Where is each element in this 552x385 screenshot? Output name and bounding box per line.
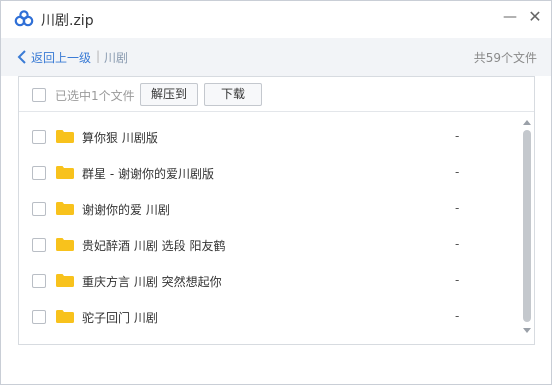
file-row[interactable]: 群星 - 谢谢你的爱川剧版 - bbox=[19, 154, 519, 190]
folder-icon bbox=[56, 274, 74, 287]
file-name: 驼子回门 川剧 bbox=[82, 311, 158, 325]
scroll-up-arrow-icon[interactable] bbox=[523, 120, 531, 125]
selection-status: 已选中1个文件 bbox=[55, 89, 135, 103]
file-size: - bbox=[455, 201, 460, 215]
row-checkbox[interactable] bbox=[32, 238, 46, 252]
extract-to-button[interactable]: 解压到 bbox=[140, 83, 198, 106]
row-checkbox[interactable] bbox=[32, 274, 46, 288]
file-row[interactable]: 贵妃醉酒 川剧 选段 阳友鹤 - bbox=[19, 226, 519, 262]
back-link[interactable]: 返回上一级 bbox=[31, 49, 91, 66]
title-bar: 川剧.zip — ✕ bbox=[1, 1, 551, 37]
minimize-button[interactable]: — bbox=[498, 6, 522, 28]
file-size: - bbox=[455, 129, 460, 143]
archive-window: 川剧.zip — ✕ 返回上一级 | 川剧 共59个文件 已选中1个文件 解压到… bbox=[0, 0, 552, 385]
selection-toolbar: 已选中1个文件 解压到 下载 bbox=[19, 77, 534, 112]
row-checkbox[interactable] bbox=[32, 130, 46, 144]
file-row[interactable]: 谢谢你的爱 川剧 - bbox=[19, 190, 519, 226]
breadcrumb-current: 川剧 bbox=[104, 51, 129, 65]
file-name: 贵妃醉酒 川剧 选段 阳友鹤 bbox=[82, 239, 226, 253]
baidu-netdisk-logo-icon bbox=[14, 10, 34, 27]
row-checkbox[interactable] bbox=[32, 166, 46, 180]
select-all-checkbox[interactable] bbox=[32, 88, 46, 102]
chevron-left-icon[interactable] bbox=[17, 50, 27, 64]
file-name: 算你狠 川剧版 bbox=[82, 131, 158, 145]
scrollbar-thumb[interactable] bbox=[523, 130, 531, 322]
file-name: 重庆方言 川剧 突然想起你 bbox=[82, 275, 222, 289]
close-button[interactable]: ✕ bbox=[523, 6, 547, 28]
breadcrumb-separator: | bbox=[96, 49, 101, 63]
folder-icon bbox=[56, 238, 74, 251]
scrollbar[interactable] bbox=[520, 112, 534, 344]
row-checkbox[interactable] bbox=[32, 202, 46, 216]
file-size: - bbox=[455, 273, 460, 287]
file-size: - bbox=[455, 237, 460, 251]
download-button[interactable]: 下载 bbox=[204, 83, 262, 106]
file-name: 群星 - 谢谢你的爱川剧版 bbox=[82, 167, 214, 181]
folder-icon bbox=[56, 166, 74, 179]
file-row[interactable]: 驼子回门 川剧 - bbox=[19, 298, 519, 334]
file-size: - bbox=[455, 165, 460, 179]
window-title: 川剧.zip bbox=[41, 13, 94, 29]
file-size: - bbox=[455, 309, 460, 323]
file-name: 谢谢你的爱 川剧 bbox=[82, 203, 170, 217]
file-row[interactable]: 算你狠 川剧版 - bbox=[19, 118, 519, 154]
scroll-down-arrow-icon[interactable] bbox=[523, 328, 531, 333]
file-row[interactable]: 重庆方言 川剧 突然想起你 - bbox=[19, 262, 519, 298]
folder-icon bbox=[56, 310, 74, 323]
folder-icon bbox=[56, 130, 74, 143]
file-list: 算你狠 川剧版 - 群星 - 谢谢你的爱川剧版 - 谢谢你的爱 川剧 - 贵妃醉酒 川剧 选… bbox=[19, 112, 519, 344]
file-count: 共59个文件 bbox=[473, 51, 537, 65]
breadcrumb: 返回上一级 | 川剧 共59个文件 bbox=[1, 38, 551, 76]
row-checkbox[interactable] bbox=[32, 310, 46, 324]
folder-icon bbox=[56, 202, 74, 215]
file-list-panel: 已选中1个文件 解压到 下载 算你狠 川剧版 - 群星 - 谢谢你的爱川剧版 - 谢谢你… bbox=[18, 76, 535, 345]
